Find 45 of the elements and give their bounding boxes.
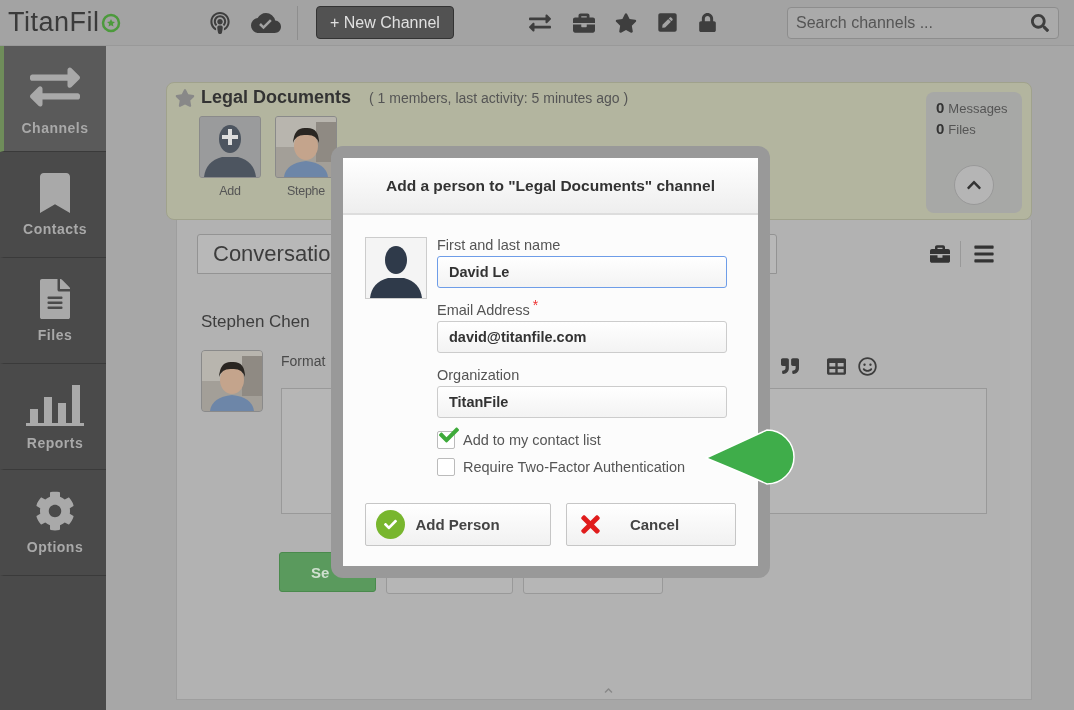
collapse-button[interactable]: [954, 165, 994, 205]
field-label: Organization: [437, 367, 520, 383]
search-field[interactable]: Search channels ...: [787, 6, 1059, 39]
star-icon[interactable]: [614, 11, 637, 34]
checkbox-label[interactable]: Require Two-Factor Authentication: [463, 458, 686, 475]
settings-icon: [35, 490, 75, 531]
add-person-button[interactable]: Add Person: [365, 503, 551, 546]
text-field[interactable]: TitanFile: [437, 386, 727, 418]
stat-count: 0 Files: [936, 119, 977, 139]
sidebar-item[interactable]: Contacts: [0, 152, 106, 258]
format-label[interactable]: Format: [281, 353, 326, 369]
lock-icon[interactable]: [697, 13, 717, 32]
field-label: Email Address: [437, 302, 530, 318]
checkbox[interactable]: [437, 457, 455, 476]
smiley-icon[interactable]: [858, 356, 877, 376]
sidebar-item[interactable]: Options: [0, 470, 106, 576]
member-name: Add: [219, 184, 241, 198]
edit-icon[interactable]: [656, 12, 678, 33]
checkbox-label[interactable]: Add to my contact list: [463, 431, 601, 448]
cancel-button[interactable]: Cancel: [566, 503, 736, 546]
check-icon: [376, 510, 405, 539]
sidebar-item[interactable]: Reports: [0, 364, 106, 470]
briefcase-icon[interactable]: [572, 11, 595, 34]
required-mark: *: [532, 297, 539, 315]
channel-title: Legal Documents: [201, 87, 352, 108]
table-icon[interactable]: [827, 356, 846, 376]
search-icon[interactable]: [1031, 13, 1049, 32]
stat-count: 0 Messages: [936, 98, 1009, 118]
logo-text: TitanFil: [8, 7, 100, 38]
author-name: Stephen Chen: [201, 312, 311, 332]
logo-swirl-icon: [100, 12, 121, 33]
briefcase-icon[interactable]: [930, 244, 950, 264]
member-name: Stephe: [287, 184, 325, 198]
field-label: First and last name: [437, 237, 561, 253]
broadcast-icon[interactable]: [209, 11, 231, 34]
star-icon[interactable]: [175, 87, 195, 108]
quote-icon[interactable]: [781, 357, 799, 375]
menu-icon[interactable]: [973, 243, 995, 265]
arrows-icon[interactable]: [528, 11, 551, 34]
new-channel-button[interactable]: + New Channel: [316, 6, 454, 39]
text-field[interactable]: David Le: [437, 256, 727, 288]
text-field[interactable]: david@titanfile.com: [437, 321, 727, 353]
channel-meta: ( 1 members, last activity: 5 minutes ago ): [369, 89, 629, 106]
bar-chart-icon: [26, 382, 84, 427]
sidebar-item[interactable]: Files: [0, 258, 106, 364]
